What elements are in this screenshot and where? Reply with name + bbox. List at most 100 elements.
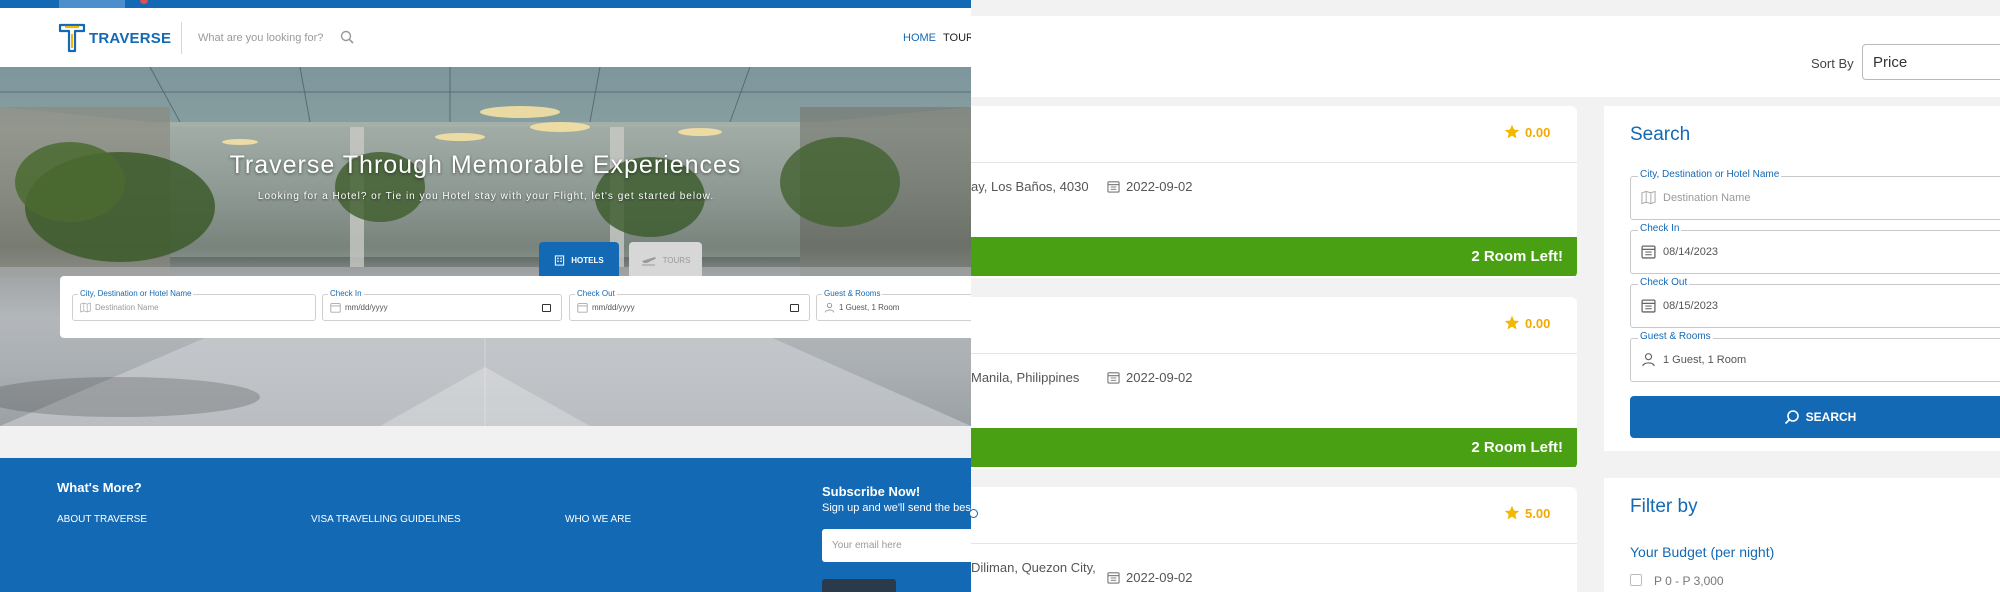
footer-link-about[interactable]: ABOUT TRAVERSE (57, 514, 147, 525)
browser-top-strip (0, 0, 971, 8)
star-icon (1504, 505, 1520, 520)
check-in-field[interactable]: Check In mm/dd/yyyy (322, 289, 562, 321)
date-value: 2022-09-02 (1126, 570, 1193, 585)
hero-subtitle: Looking for a Hotel? or Tie in you Hotel… (257, 191, 715, 202)
footer-link-visa[interactable]: VISA TRAVELLING GUIDELINES (311, 514, 461, 525)
user-icon (1642, 353, 1655, 367)
result-card[interactable]: 0.00 ay, Los Baños, 4030 2022-09-02 2 Ro… (971, 106, 1577, 278)
seam-marker (969, 509, 978, 518)
header-divider (181, 22, 182, 54)
footer-link-who-we-are[interactable]: WHO WE ARE (565, 514, 631, 525)
subscribe-text: Sign up and we'll send the bes (822, 502, 971, 514)
hotel-date: 2022-09-02 (1107, 179, 1193, 194)
filter-panel-title: Filter by (1630, 496, 1698, 517)
hotel-icon (555, 254, 565, 266)
top-strip-indicator (140, 0, 148, 4)
calendar-icon (1641, 299, 1656, 313)
header-search-input[interactable]: What are you looking for? (198, 32, 323, 44)
tab-tours-label: TOURS (662, 255, 691, 265)
destination-field[interactable]: City, Destination or Hotel Name Destinat… (1630, 169, 2000, 220)
traverse-logo-icon (58, 23, 86, 53)
guests-value: 1 Guest, 1 Room (839, 303, 900, 312)
rating-value: 0.00 (1525, 124, 1551, 140)
brand-name: TRAVERSE (89, 29, 172, 47)
field-label: City, Destination or Hotel Name (78, 289, 194, 298)
hotel-rating: 5.00 (1504, 505, 1550, 521)
hotel-rating: 0.00 (1504, 124, 1550, 140)
field-label: Guest & Rooms (822, 289, 883, 298)
guests-field[interactable]: Guest & Rooms 1 Guest, 1 Room (1630, 331, 2000, 382)
result-card[interactable]: 0.00 Manila, Philippines 2022-09-02 2 Ro… (971, 297, 1577, 469)
guests-field[interactable]: Guest & Rooms 1 Guest, 1 Room (816, 289, 971, 321)
hotel-address: Diliman, Quezon City, (971, 560, 1096, 575)
hero-banner: Traverse Through Memorable Experiences L… (0, 67, 971, 426)
home-page: TRAVERSE What are you looking for? HOME … (0, 0, 971, 592)
subscribe-title: Subscribe Now! (822, 484, 921, 499)
top-strip-tab (59, 0, 125, 8)
check-out-field[interactable]: Check Out mm/dd/yyyy (569, 289, 810, 321)
results-top-bar: Sort By Price (971, 16, 2000, 97)
nav-home[interactable]: HOME (903, 32, 936, 44)
tab-hotels-label: HOTELS (571, 255, 604, 265)
card-divider (971, 162, 1577, 163)
user-icon (824, 302, 835, 313)
card-divider (971, 543, 1577, 544)
check-out-field[interactable]: Check Out 08/15/2023 (1630, 277, 2000, 328)
brand-logo[interactable]: TRAVERSE (58, 22, 171, 54)
field-label: Check In (328, 289, 364, 298)
hero-background-image (0, 67, 971, 426)
tab-hotels[interactable]: HOTELS (539, 242, 619, 278)
sort-label: Sort By (1811, 56, 1854, 71)
screenshot-stage: Sort By Price 0.00 ay, Los Baños, 4030 2… (0, 0, 2000, 592)
budget-title: Your Budget (per night) (1630, 544, 1775, 560)
field-label: Guest & Rooms (1638, 331, 1713, 342)
search-icon[interactable] (340, 30, 354, 44)
map-icon (1641, 190, 1656, 205)
filter-panel: Filter by Your Budget (per night) P 0 - … (1604, 478, 2000, 592)
footer-title: What's More? (57, 480, 142, 495)
destination-field[interactable]: City, Destination or Hotel Name Destinat… (72, 289, 316, 321)
field-label: Check Out (575, 289, 617, 298)
check-in-value: mm/dd/yyyy (345, 303, 388, 312)
availability-bar: 2 Room Left! (971, 428, 1577, 467)
field-label: City, Destination or Hotel Name (1638, 169, 1782, 180)
results-page: Sort By Price 0.00 ay, Los Baños, 4030 2… (971, 0, 2000, 592)
map-icon (80, 302, 91, 313)
hotel-address: Manila, Philippines (971, 370, 1080, 385)
check-out-value: mm/dd/yyyy (592, 303, 635, 312)
sort-select[interactable]: Price (1862, 44, 2000, 80)
hero-title: Traverse Through Memorable Experiences (229, 151, 742, 179)
search-panel: Search City, Destination or Hotel Name D… (1604, 106, 2000, 451)
hotel-search-form: City, Destination or Hotel Name Destinat… (60, 276, 971, 338)
field-label: Check Out (1638, 277, 1690, 288)
date-picker-icon[interactable] (790, 304, 799, 312)
tab-tours[interactable]: TOURS (629, 242, 702, 278)
budget-option-label: P 0 - P 3,000 (1654, 574, 1724, 588)
destination-placeholder: Destination Name (1663, 192, 1751, 204)
budget-checkbox[interactable] (1630, 574, 1642, 586)
check-in-field[interactable]: Check In 08/14/2023 (1630, 223, 2000, 274)
check-out-value: 08/15/2023 (1663, 300, 1719, 312)
destination-placeholder: Destination Name (95, 303, 159, 312)
star-icon (1504, 315, 1520, 330)
date-value: 2022-09-02 (1126, 179, 1193, 194)
hotel-date: 2022-09-02 (1107, 370, 1193, 385)
subscribe-button[interactable] (822, 579, 896, 592)
email-input[interactable]: Your email here (822, 529, 971, 562)
site-footer: What's More? ABOUT TRAVERSE VISA TRAVELL… (0, 458, 971, 592)
search-icon (1784, 410, 1799, 425)
hotel-rating: 0.00 (1504, 315, 1550, 331)
rating-value: 5.00 (1525, 505, 1551, 521)
star-icon (1504, 124, 1520, 139)
search-button-label: SEARCH (1805, 410, 1857, 424)
calendar-icon (330, 303, 341, 313)
nav-tours[interactable]: TOUR (943, 32, 971, 44)
search-button[interactable]: SEARCH (1630, 396, 2000, 438)
result-card[interactable]: 5.00 Diliman, Quezon City, 2022-09-02 (971, 487, 1577, 592)
calendar-icon (577, 303, 588, 313)
date-value: 2022-09-02 (1126, 370, 1193, 385)
calendar-icon (1107, 372, 1120, 384)
hotel-date: 2022-09-02 (1107, 570, 1193, 585)
rating-value: 0.00 (1525, 315, 1551, 331)
date-picker-icon[interactable] (542, 304, 551, 312)
